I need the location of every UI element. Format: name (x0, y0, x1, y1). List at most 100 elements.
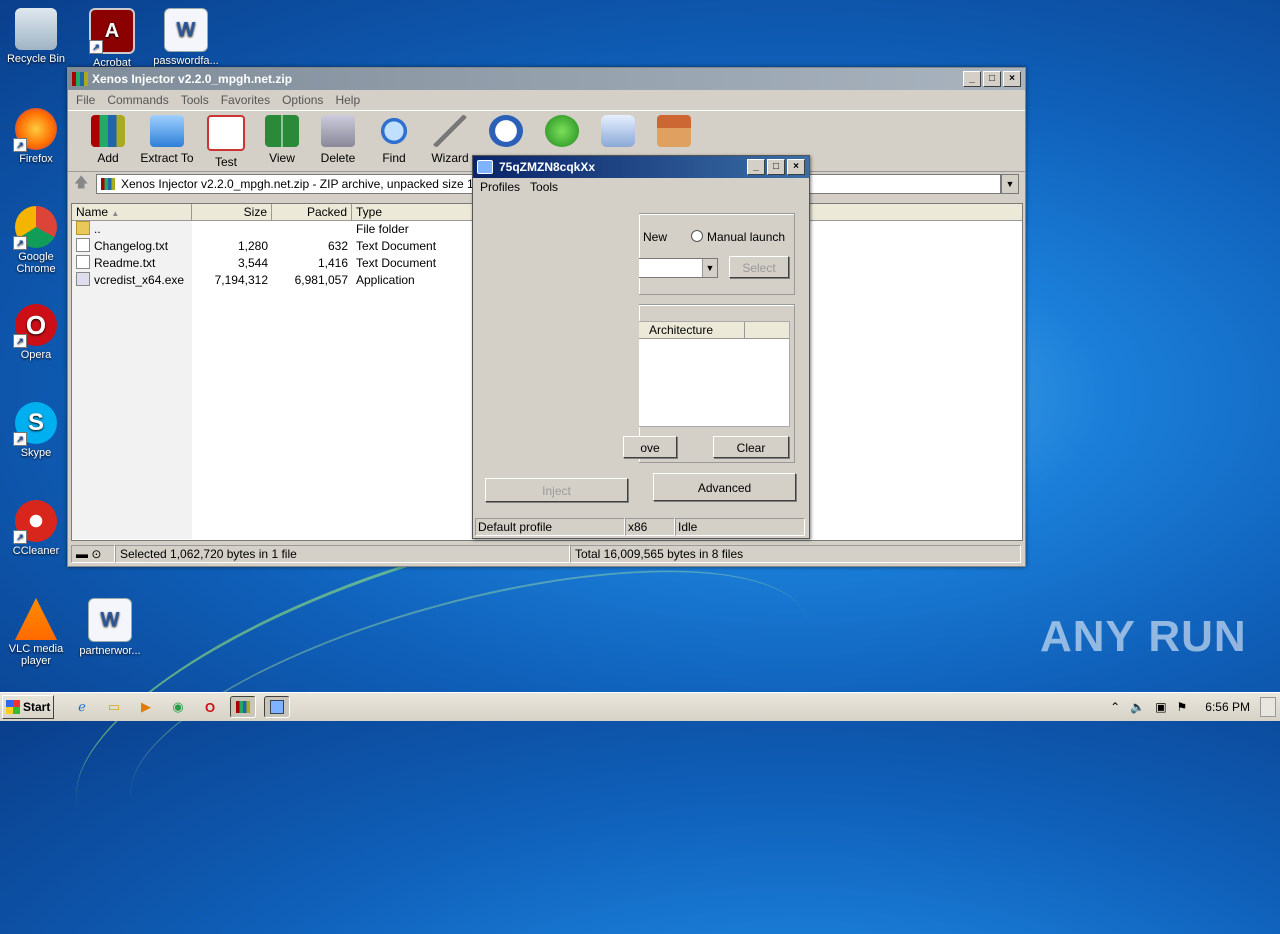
desktop-icon-acrobat[interactable]: A ↗ Acrobat (76, 8, 148, 69)
wizard-button[interactable]: Wizard (422, 111, 478, 165)
manual-launch-radio[interactable] (691, 230, 703, 242)
desktop-icon-label: Recycle Bin (6, 53, 66, 65)
status-selected: Selected 1,062,720 bytes in 1 file (115, 545, 570, 563)
menu-tools[interactable]: Tools (525, 180, 563, 194)
virus-scan-button[interactable] (534, 111, 590, 151)
desktop-icon-chrome[interactable]: ↗ Google Chrome (0, 206, 72, 275)
delete-button[interactable]: Delete (310, 111, 366, 165)
chevron-down-icon[interactable]: ▼ (702, 259, 717, 277)
chrome-taskbar-icon[interactable]: ◉ (166, 697, 190, 717)
show-desktop-button[interactable] (1260, 697, 1276, 717)
menu-commands[interactable]: Commands (101, 93, 174, 107)
address-dropdown-button[interactable]: ▼ (1001, 174, 1019, 194)
menu-options[interactable]: Options (276, 93, 329, 107)
add-label: Add (97, 151, 119, 165)
menu-help[interactable]: Help (329, 93, 366, 107)
vlc-cone-icon (15, 598, 57, 640)
file-packed (272, 221, 352, 238)
inject-button[interactable]: Inject (485, 478, 628, 502)
recycle-bin-icon (15, 8, 57, 50)
drive-icon[interactable]: ▬ ⊙ (71, 545, 115, 563)
column-name[interactable]: Name ▲ (72, 204, 192, 220)
process-combo[interactable]: ▼ (639, 258, 718, 278)
menu-profiles[interactable]: Profiles (475, 180, 525, 194)
action-center-flag-icon[interactable]: ⚑ (1177, 700, 1188, 714)
volume-icon[interactable]: 🔈 (1130, 700, 1145, 714)
ie-icon[interactable]: ℯ (70, 697, 94, 717)
select-button[interactable]: Select (729, 256, 789, 278)
xenos-dialog: 75qZMZN8cqkXx _ □ × Profiles Tools New M… (472, 155, 810, 539)
desktop-icon-label: Firefox (19, 153, 53, 165)
application-icon (76, 272, 90, 286)
desktop-icon-ccleaner[interactable]: ↗ CCleaner (0, 500, 72, 557)
explorer-folder-icon[interactable]: ▭ (102, 697, 126, 717)
radio-new-label[interactable]: New (643, 230, 667, 244)
maximize-button[interactable]: □ (983, 71, 1001, 87)
opera-icon: O ↗ (13, 304, 57, 348)
test-button[interactable]: Test (198, 111, 254, 169)
view-button[interactable]: View (254, 111, 310, 165)
winrar-menubar: File Commands Tools Favorites Options He… (68, 90, 1025, 110)
desktop-icon-recycle-bin[interactable]: Recycle Bin (0, 8, 72, 65)
menu-favorites[interactable]: Favorites (215, 93, 276, 107)
menu-tools[interactable]: Tools (175, 93, 215, 107)
show-hidden-icons-icon[interactable]: ⌃ (1110, 700, 1120, 714)
file-name: Changelog.txt (94, 239, 169, 253)
view-book-icon (265, 115, 299, 147)
column-extra[interactable] (745, 322, 789, 338)
column-architecture[interactable]: Architecture (639, 322, 745, 338)
file-type: File folder (356, 222, 409, 236)
desktop-icon-opera[interactable]: O ↗ Opera (0, 304, 72, 361)
acrobat-icon: A ↗ (89, 8, 135, 54)
column-packed[interactable]: Packed (272, 204, 352, 220)
desktop-icon-word-doc[interactable]: W passwordfa... (150, 8, 222, 67)
shortcut-arrow-icon: ↗ (13, 334, 27, 348)
file-type: Text Document (356, 256, 437, 270)
media-player-icon[interactable]: ▶ (134, 697, 158, 717)
sfx-button[interactable] (646, 111, 702, 151)
add-button[interactable]: Add (80, 111, 136, 165)
comment-button[interactable] (590, 111, 646, 151)
maximize-button[interactable]: □ (767, 159, 785, 175)
xenos-taskbar-icon[interactable] (264, 696, 290, 718)
wizard-wand-icon (433, 115, 467, 147)
close-button[interactable]: × (787, 159, 805, 175)
find-magnifier-icon (377, 115, 411, 147)
desktop-icon-label: Opera (20, 349, 52, 361)
extract-to-button[interactable]: Extract To (136, 111, 198, 165)
minimize-button[interactable]: _ (963, 71, 981, 87)
winrar-taskbar-icon[interactable] (230, 696, 256, 718)
address-text: Xenos Injector v2.2.0_mpgh.net.zip - ZIP… (121, 177, 481, 191)
column-size[interactable]: Size (192, 204, 272, 220)
advanced-button[interactable]: Advanced (653, 473, 796, 501)
clear-button[interactable]: Clear (713, 436, 789, 458)
status-arch: x86 (625, 518, 675, 536)
winrar-titlebar[interactable]: Xenos Injector v2.2.0_mpgh.net.zip _ □ × (68, 68, 1025, 90)
shortcut-arrow-icon: ↗ (13, 138, 27, 152)
minimize-button[interactable]: _ (747, 159, 765, 175)
clock[interactable]: 6:56 PM (1205, 700, 1250, 714)
start-label: Start (23, 700, 51, 714)
find-label: Find (382, 151, 406, 165)
comment-icon (601, 115, 635, 147)
shortcut-arrow-icon: ↗ (89, 40, 103, 54)
desktop-icon-vlc[interactable]: VLC media player (0, 598, 72, 667)
modules-list[interactable]: Architecture (639, 321, 790, 427)
file-size: 7,194,312 (214, 273, 268, 287)
desktop-icon-partner-doc[interactable]: W partnerwor... (74, 598, 146, 657)
menu-file[interactable]: File (70, 93, 101, 107)
up-arrow-icon[interactable]: 🡅 (74, 172, 96, 196)
network-icon[interactable]: ▣ (1155, 700, 1166, 714)
info-button[interactable] (478, 111, 534, 151)
xenos-titlebar[interactable]: 75qZMZN8cqkXx _ □ × (473, 156, 809, 178)
desktop-icon-firefox[interactable]: ↗ Firefox (0, 108, 72, 165)
opera-taskbar-icon[interactable]: O (198, 697, 222, 717)
shortcut-arrow-icon: ↗ (13, 236, 27, 250)
find-button[interactable]: Find (366, 111, 422, 165)
close-button[interactable]: × (1003, 71, 1021, 87)
start-button[interactable]: Start (2, 695, 54, 719)
remove-button[interactable]: ove (623, 436, 677, 458)
desktop-icon-skype[interactable]: S ↗ Skype (0, 402, 72, 459)
text-file-icon (76, 238, 90, 252)
word-document-icon: W (88, 598, 132, 642)
